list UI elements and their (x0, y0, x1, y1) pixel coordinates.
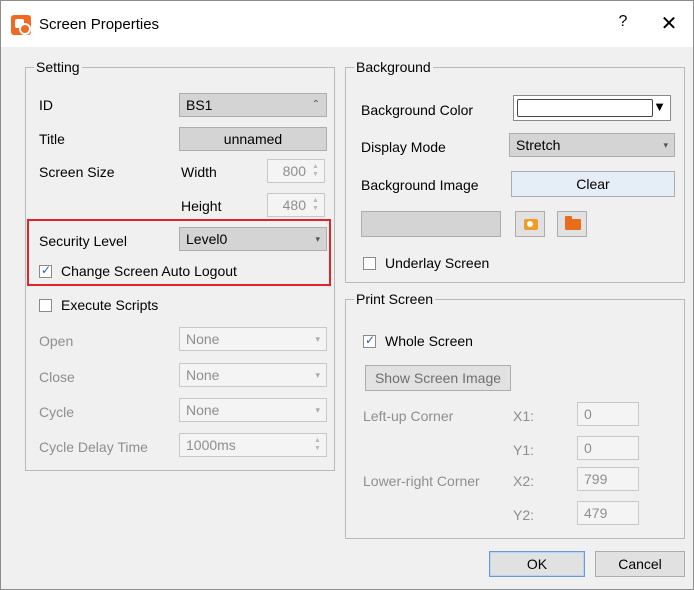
x1-label: X1: (513, 408, 535, 424)
open-folder-button[interactable] (557, 211, 587, 237)
chevron-down-icon: ▼ (653, 99, 666, 114)
chevron-down-icon: ▾ (663, 140, 668, 150)
lower-right-corner-label: Lower-right Corner (363, 473, 480, 489)
setting-legend: Setting (36, 59, 80, 75)
execute-scripts-checkbox[interactable] (39, 299, 52, 312)
print-screen-legend: Print Screen (356, 291, 434, 307)
background-color-label: Background Color (361, 102, 474, 118)
color-swatch (517, 99, 653, 117)
spin-arrows-icon[interactable]: ▲ ▼ (312, 163, 320, 179)
auto-logout-checkbox[interactable] (39, 263, 52, 278)
display-mode-label: Display Mode (361, 139, 446, 155)
title-field[interactable]: unnamed (179, 127, 327, 151)
cycle-delay-label: Cycle Delay Time (39, 439, 148, 455)
x2-value: 799 (584, 471, 608, 487)
folder-icon (565, 216, 581, 230)
title-bar: Screen Properties ? ✕ (1, 1, 693, 47)
image-icon (524, 219, 538, 230)
cancel-button[interactable]: Cancel (595, 551, 685, 577)
close-button[interactable]: ✕ (657, 11, 681, 36)
x1-field[interactable]: 0 (577, 402, 639, 426)
cycle-value: None (186, 402, 220, 418)
chevron-up-icon: ⌃ (311, 99, 320, 110)
y2-value: 479 (584, 505, 608, 521)
width-label: Width (181, 164, 217, 180)
id-dropdown[interactable]: BS1 ⌃ (179, 93, 327, 117)
height-value: 480 (282, 197, 306, 213)
y2-label: Y2: (513, 507, 535, 523)
whole-screen-checkbox[interactable] (363, 333, 376, 348)
y1-label: Y1: (513, 442, 535, 458)
open-value: None (186, 331, 220, 347)
id-label: ID (39, 97, 53, 113)
security-level-label: Security Level (39, 233, 127, 249)
cycle-delay-spinbox[interactable]: 1000ms ▲ ▼ (179, 433, 327, 457)
cycle-label: Cycle (39, 404, 75, 420)
x2-label: X2: (513, 473, 535, 489)
cycle-delay-value: 1000ms (186, 437, 236, 453)
close-label: Close (39, 369, 75, 385)
id-value: BS1 (186, 97, 213, 113)
security-level-dropdown[interactable]: Level0 ▾ (179, 227, 327, 251)
close-value: None (186, 367, 220, 383)
help-button[interactable]: ? (611, 13, 635, 31)
spin-arrows-icon[interactable]: ▲ ▼ (312, 197, 320, 213)
title-value: unnamed (223, 131, 283, 147)
chevron-down-icon: ▾ (315, 370, 320, 380)
window-title: Screen Properties (39, 16, 160, 33)
background-color-picker[interactable]: ▼ (513, 95, 671, 121)
execute-scripts-label: Execute Scripts (61, 297, 159, 313)
display-mode-value: Stretch (516, 137, 561, 153)
auto-logout-label: Change Screen Auto Logout (61, 263, 237, 279)
left-up-corner-label: Left-up Corner (363, 408, 454, 424)
ok-button[interactable]: OK (489, 551, 585, 577)
width-spinbox[interactable]: 800 ▲ ▼ (267, 159, 325, 183)
title-label: Title (39, 131, 65, 147)
y2-field[interactable]: 479 (577, 501, 639, 525)
chevron-down-icon: ▾ (315, 234, 320, 244)
security-level-value: Level0 (186, 231, 228, 247)
y1-field[interactable]: 0 (577, 436, 639, 460)
background-image-path (361, 211, 501, 237)
open-label: Open (39, 333, 74, 349)
height-label: Height (181, 198, 222, 214)
width-value: 800 (282, 163, 306, 179)
spin-arrows-icon[interactable]: ▲ ▼ (314, 437, 322, 453)
clear-button[interactable]: Clear (511, 171, 675, 197)
display-mode-dropdown[interactable]: Stretch ▾ (509, 133, 675, 157)
show-screen-image-button[interactable]: Show Screen Image (365, 365, 511, 391)
screen-size-label: Screen Size (39, 164, 115, 180)
height-spinbox[interactable]: 480 ▲ ▼ (267, 193, 325, 217)
open-dropdown[interactable]: None ▾ (179, 327, 327, 351)
close-dropdown[interactable]: None ▾ (179, 363, 327, 387)
chevron-down-icon: ▾ (315, 334, 320, 344)
browse-image-button[interactable] (515, 211, 545, 237)
background-image-label: Background Image (361, 177, 479, 193)
underlay-screen-label: Underlay Screen (385, 255, 490, 271)
background-legend: Background (356, 59, 431, 75)
x1-value: 0 (584, 406, 592, 422)
underlay-screen-checkbox[interactable] (363, 257, 376, 270)
cycle-dropdown[interactable]: None ▾ (179, 398, 327, 422)
chevron-down-icon: ▾ (315, 405, 320, 415)
y1-value: 0 (584, 440, 592, 456)
app-logo-icon (11, 15, 31, 35)
screen-properties-dialog: Screen Properties ? ✕ Setting ID BS1 ⌃ T… (0, 0, 694, 590)
x2-field[interactable]: 799 (577, 467, 639, 491)
whole-screen-label: Whole Screen (385, 333, 473, 349)
